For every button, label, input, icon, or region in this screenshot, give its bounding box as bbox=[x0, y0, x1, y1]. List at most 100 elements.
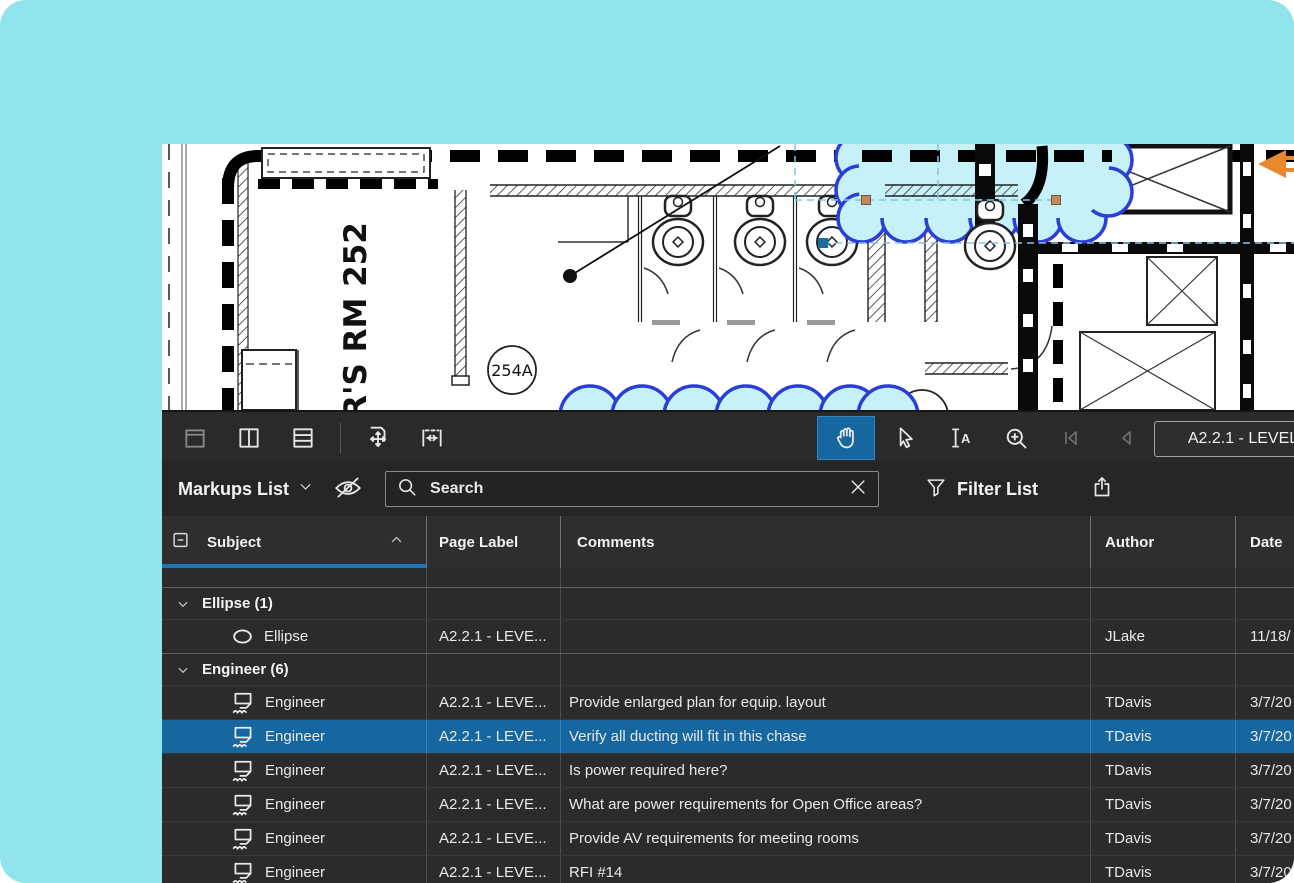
subject-label: Ellipse bbox=[264, 628, 308, 645]
table-row[interactable]: EngineerA2.2.1 - LEVE...RFI #14TDavis3/7… bbox=[162, 855, 1294, 883]
group-header[interactable]: Engineer (6) bbox=[162, 653, 1294, 685]
select-text-button[interactable]: A bbox=[938, 417, 984, 459]
group-label: Ellipse (1) bbox=[202, 595, 273, 612]
split-horizontal-icon bbox=[290, 425, 316, 451]
table-row[interactable]: EngineerA2.2.1 - LEVE...Provide enlarged… bbox=[162, 685, 1294, 719]
date-cell: 3/7/20 bbox=[1235, 754, 1294, 787]
author-cell: TDavis bbox=[1090, 856, 1235, 883]
group-collapse-chevron-icon[interactable] bbox=[176, 597, 190, 611]
comments-cell: RFI #14 bbox=[560, 856, 1090, 883]
markups-table: Subject Page Label Comments Author Date … bbox=[162, 516, 1294, 883]
view-tools-group: A bbox=[818, 417, 1149, 459]
comments-cell bbox=[560, 620, 1090, 653]
select-tool-button[interactable] bbox=[883, 417, 929, 459]
callout-markup-icon bbox=[230, 826, 256, 852]
column-header-comments[interactable]: Comments bbox=[560, 516, 1090, 568]
single-pane-button[interactable] bbox=[172, 417, 218, 459]
table-row[interactable]: Ellipse A2.2.1 - LEVE... JLake11/18/ bbox=[162, 619, 1294, 653]
zoom-tool-icon bbox=[1003, 425, 1030, 452]
markups-list-title[interactable]: Markups List bbox=[178, 479, 289, 500]
collapse-all-button[interactable] bbox=[172, 532, 189, 553]
first-page-button[interactable] bbox=[1048, 417, 1094, 459]
collapse-all-icon bbox=[172, 532, 189, 553]
callout-markup-icon bbox=[230, 758, 256, 784]
markups-list-menu-button[interactable] bbox=[298, 479, 313, 499]
select-text-icon: A bbox=[947, 425, 975, 451]
previous-page-button[interactable] bbox=[1103, 417, 1149, 459]
first-page-icon bbox=[1059, 426, 1083, 450]
subject-label: Engineer bbox=[265, 830, 325, 847]
split-horizontal-button[interactable] bbox=[280, 417, 326, 459]
export-button[interactable] bbox=[1090, 475, 1114, 504]
date-cell: 3/7/20 bbox=[1235, 822, 1294, 855]
page-select-value: A2.2.1 - LEVEL bbox=[1188, 430, 1294, 448]
page-label-cell: A2.2.1 - LEVE... bbox=[426, 720, 560, 753]
markups-list-toolbar: Markups List Filter List bbox=[162, 462, 1294, 517]
comments-cell: Provide AV requirements for meeting room… bbox=[560, 822, 1090, 855]
author-cell: TDavis bbox=[1090, 822, 1235, 855]
subject-label: Engineer bbox=[265, 796, 325, 813]
column-header-date[interactable]: Date bbox=[1235, 516, 1294, 568]
selection-handle-active[interactable] bbox=[818, 238, 828, 248]
chevron-down-icon bbox=[298, 479, 313, 499]
table-row[interactable]: Engineer A2.2.1 - LEVE...What are power r… bbox=[162, 787, 1294, 821]
export-icon bbox=[1090, 475, 1114, 504]
group-collapse-chevron-icon[interactable] bbox=[176, 663, 190, 677]
comments-cell: Provide enlarged plan for equip. layout bbox=[560, 686, 1090, 719]
hand-tool-icon bbox=[832, 424, 860, 452]
toolbar-divider bbox=[340, 423, 341, 453]
hand-tool-button[interactable] bbox=[818, 417, 874, 459]
page-label-cell: A2.2.1 - LEVE... bbox=[426, 788, 560, 821]
sort-column-indicator bbox=[162, 564, 426, 568]
callout-markup-icon bbox=[230, 724, 256, 750]
split-vertical-icon bbox=[236, 425, 262, 451]
group-label: Engineer (6) bbox=[202, 661, 289, 678]
date-cell: 3/7/20 bbox=[1235, 686, 1294, 719]
navigation-toolbar: A A2.2.1 - LEVEL bbox=[162, 410, 1294, 464]
comments-cell: Verify all ducting will fit in this chas… bbox=[560, 720, 1090, 753]
author-cell: TDavis bbox=[1090, 788, 1235, 821]
screenshot-canvas: ER'S RM 252 bbox=[0, 0, 1294, 883]
floor-plan-viewport[interactable]: ER'S RM 252 bbox=[162, 144, 1294, 410]
date-cell: 11/18/ bbox=[1235, 620, 1294, 653]
eye-slash-icon bbox=[333, 474, 363, 505]
table-row[interactable]: Engineer A2.2.1 - LEVE...Provide AV requi… bbox=[162, 821, 1294, 855]
previous-page-icon bbox=[1114, 426, 1138, 450]
table-row-selected[interactable]: EngineerA2.2.1 - LEVE...Verify all ducti… bbox=[162, 719, 1294, 753]
callout-markup-icon bbox=[230, 690, 256, 716]
table-row[interactable]: EngineerA2.2.1 - LEVE...Is power require… bbox=[162, 753, 1294, 787]
filter-list-button[interactable]: Filter List bbox=[925, 476, 1038, 503]
group-header[interactable]: Ellipse (1) bbox=[162, 588, 1294, 619]
svg-text:A: A bbox=[961, 431, 970, 446]
search-icon bbox=[396, 476, 418, 503]
hide-markups-button[interactable] bbox=[333, 474, 363, 505]
clear-search-button[interactable] bbox=[848, 477, 868, 502]
pan-page-icon bbox=[365, 425, 391, 451]
single-pane-icon bbox=[182, 425, 208, 451]
room-label: ER'S RM 252 bbox=[338, 222, 374, 410]
date-cell: 3/7/20 bbox=[1235, 856, 1294, 883]
fit-width-icon bbox=[419, 425, 445, 451]
column-header-subject[interactable]: Subject bbox=[162, 516, 426, 568]
pan-page-button[interactable] bbox=[355, 417, 401, 459]
zoom-tool-button[interactable] bbox=[993, 417, 1039, 459]
select-tool-icon bbox=[893, 425, 919, 451]
column-header-page-label[interactable]: Page Label bbox=[426, 516, 560, 568]
floor-plan-drawing: ER'S RM 252 bbox=[162, 144, 1294, 410]
author-cell: TDavis bbox=[1090, 686, 1235, 719]
selection-handle[interactable] bbox=[1052, 196, 1061, 205]
page-label-cell: A2.2.1 - LEVE... bbox=[426, 822, 560, 855]
split-vertical-button[interactable] bbox=[226, 417, 272, 459]
date-cell: 3/7/20 bbox=[1235, 720, 1294, 753]
search-input[interactable] bbox=[428, 479, 838, 499]
column-header-author[interactable]: Author bbox=[1090, 516, 1235, 568]
page-select-dropdown[interactable]: A2.2.1 - LEVEL bbox=[1154, 421, 1294, 457]
page-label-cell: A2.2.1 - LEVE... bbox=[426, 620, 560, 653]
author-cell: JLake bbox=[1090, 620, 1235, 653]
ellipse-markup-icon bbox=[230, 624, 255, 649]
fit-width-button[interactable] bbox=[409, 417, 455, 459]
comments-cell: What are power requirements for Open Off… bbox=[560, 788, 1090, 821]
selection-handle[interactable] bbox=[862, 196, 871, 205]
page-label-cell: A2.2.1 - LEVE... bbox=[426, 686, 560, 719]
subject-label: Engineer bbox=[265, 864, 325, 881]
